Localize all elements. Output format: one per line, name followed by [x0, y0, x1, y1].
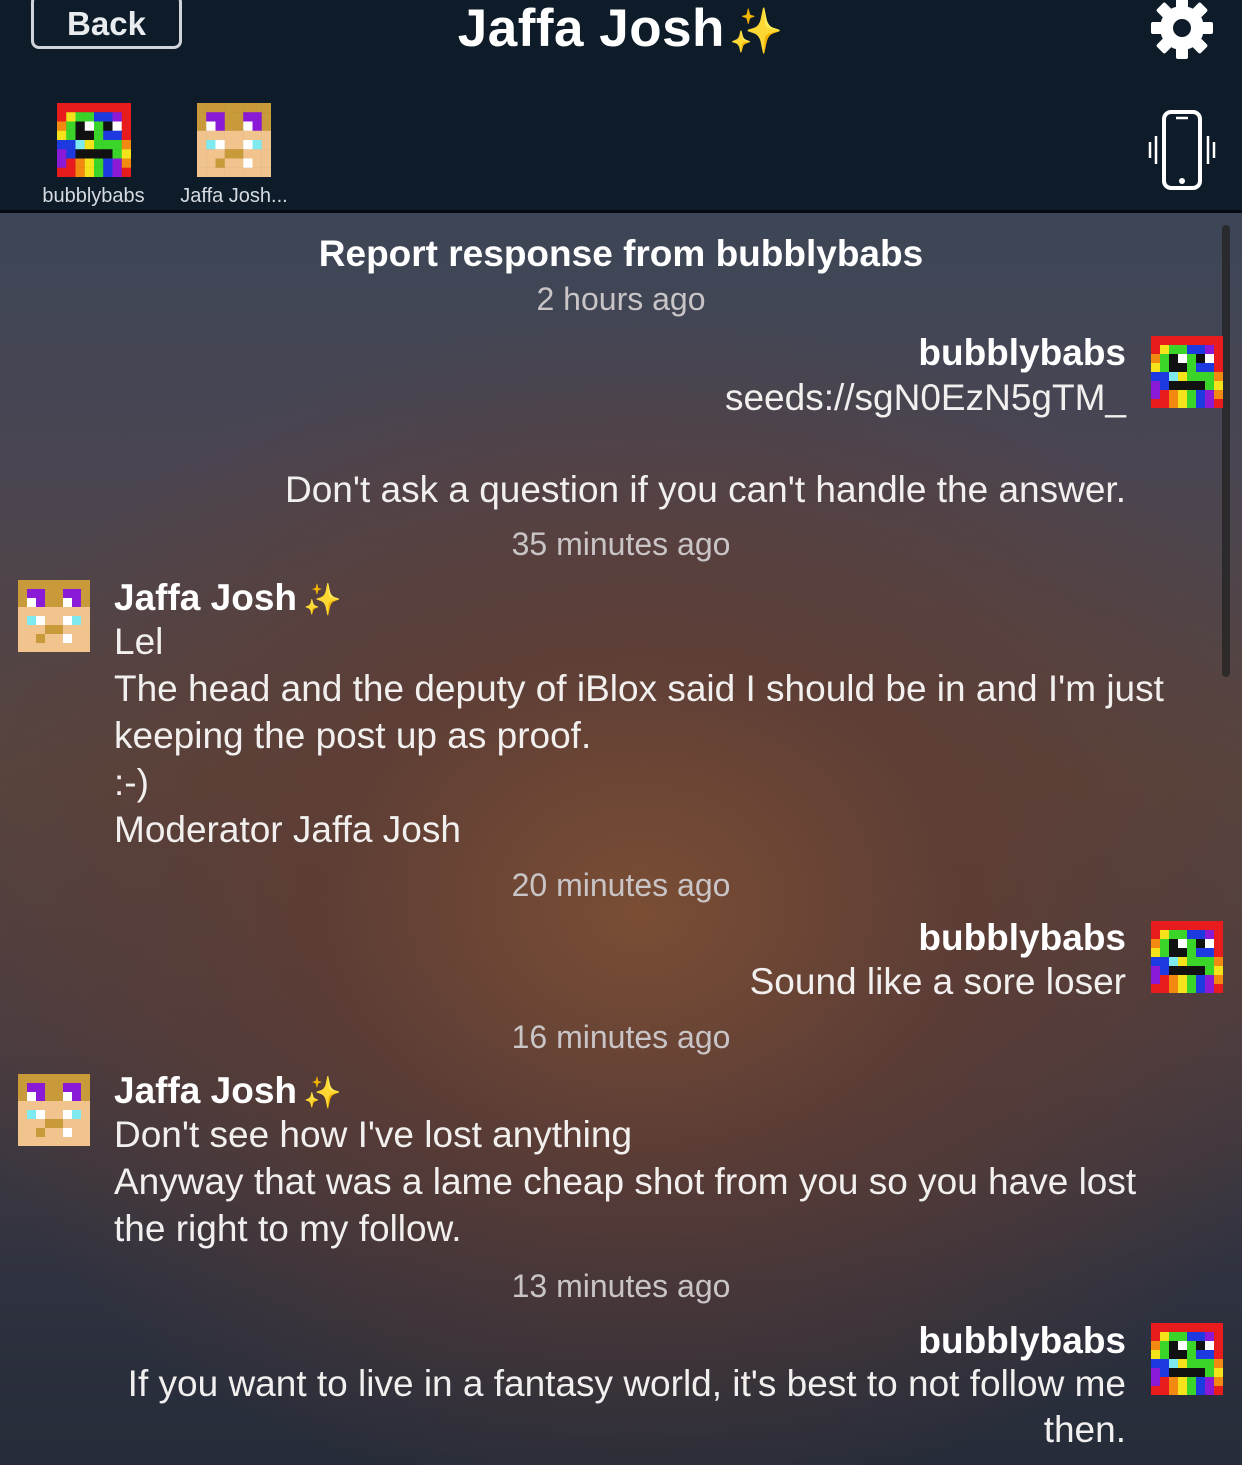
sparkle-icon: ✨	[303, 582, 342, 617]
sparkle-icon: ✨	[303, 1075, 342, 1110]
top-bar: Back Jaffa Josh✨ bubblybabs Jaffa Josh..…	[0, 0, 1242, 213]
rainbow-avatar-icon[interactable]	[1151, 921, 1223, 993]
message-text: Lel The head and the deputy of iBlox sai…	[114, 618, 1204, 853]
message-line: Don't see how I've lost anything	[114, 1114, 633, 1155]
tan-avatar-icon[interactable]	[18, 580, 90, 652]
message-author: bubblybabs	[918, 917, 1126, 958]
timestamp: 16 minutes ago	[511, 1019, 731, 1055]
tan-avatar-icon[interactable]	[18, 1074, 90, 1146]
message-line: The head and the deputy of iBlox said I …	[114, 668, 1164, 709]
message-line: If you want to live in a fantasy world, …	[127, 1363, 1126, 1404]
message-line: then.	[1043, 1409, 1126, 1450]
message-line: :-)	[114, 762, 149, 803]
rainbow-avatar-icon	[56, 103, 131, 177]
conversation-title: Jaffa Josh✨	[300, 0, 942, 59]
message-line	[285, 421, 1126, 467]
rainbow-avatar-icon[interactable]	[1151, 336, 1223, 408]
back-button[interactable]: Back	[31, 0, 182, 49]
rainbow-avatar-icon[interactable]	[1151, 1323, 1223, 1395]
member-jaffa-josh[interactable]: Jaffa Josh...	[178, 103, 290, 208]
message-line: Moderator Jaffa Josh	[114, 809, 461, 850]
message-author: bubblybabs	[918, 1320, 1126, 1361]
message-line: Lel	[114, 621, 164, 662]
title-text: Jaffa Josh	[457, 0, 725, 58]
message-line: Sound like a sore loser	[749, 961, 1126, 1002]
message-line: keeping the post up as proof.	[114, 715, 592, 756]
message-text: Sound like a sore loser	[750, 959, 1126, 1005]
timestamp: 2 hours ago	[536, 281, 706, 317]
sparkle-icon: ✨	[728, 7, 785, 56]
member-label: bubblybabs	[42, 185, 145, 207]
timestamp: 35 minutes ago	[511, 526, 731, 562]
report-title: Report response from bubblybabs	[318, 233, 924, 274]
message-author: Jaffa Josh ✨	[114, 577, 342, 619]
message-author: Jaffa Josh ✨	[114, 1070, 342, 1112]
message-author: bubblybabs	[918, 332, 1126, 373]
chat-area[interactable]: Report response from bubblybabs 2 hours …	[0, 213, 1242, 1465]
timestamp: 13 minutes ago	[511, 1268, 731, 1304]
member-bubblybabs[interactable]: bubblybabs	[40, 103, 147, 208]
message-line: the right to my follow.	[114, 1208, 462, 1249]
timestamp: 20 minutes ago	[511, 867, 731, 903]
message-text: seeds://sgN0EzN5gTM_ Don't ask a questio…	[285, 375, 1126, 513]
message-line: seeds://sgN0EzN5gTM_	[724, 377, 1126, 418]
message-text: Don't see how I've lost anything Anyway …	[114, 1111, 1204, 1252]
phone-vibrate-icon[interactable]	[1146, 110, 1218, 190]
tan-avatar-icon	[197, 103, 271, 177]
message-text: If you want to live in a fantasy world, …	[128, 1361, 1126, 1453]
author-name: Jaffa Josh	[114, 577, 298, 618]
message-line: Don't ask a question if you can't handle…	[285, 469, 1126, 510]
gear-icon[interactable]	[1148, 0, 1216, 62]
message-line: Anyway that was a lame cheap shot from y…	[114, 1161, 1137, 1202]
member-label: Jaffa Josh...	[180, 185, 288, 207]
author-name: Jaffa Josh	[114, 1070, 298, 1111]
